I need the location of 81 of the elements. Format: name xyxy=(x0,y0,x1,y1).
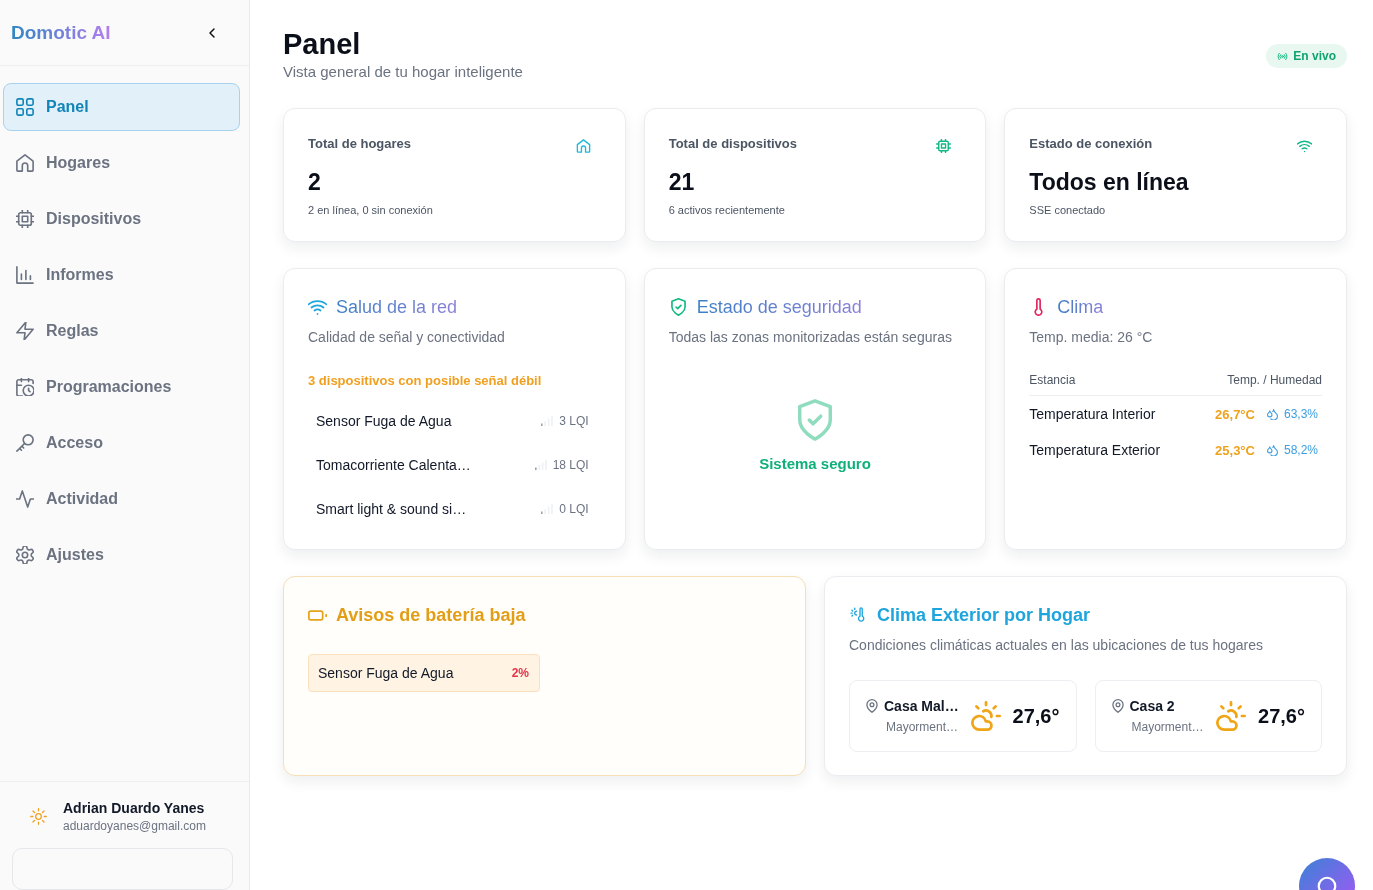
nav-item[interactable]: Ajustes xyxy=(3,531,240,579)
stat-label: Total de hogares xyxy=(308,135,412,151)
map-pin-icon xyxy=(1111,699,1124,713)
signal-bars-icon xyxy=(541,416,554,426)
nav-item[interactable]: Reglas xyxy=(3,307,240,355)
droplets-icon xyxy=(1266,408,1278,420)
home-icon xyxy=(16,154,34,172)
nav-item[interactable]: Actividad xyxy=(3,475,240,523)
nav-item[interactable]: Panel xyxy=(3,83,240,131)
wifi-icon xyxy=(1297,139,1312,153)
sun-icon xyxy=(30,808,47,825)
stat-label: Total de dispositivos xyxy=(668,135,797,151)
device-name: Sensor Fuga de Agua xyxy=(318,665,454,681)
lightning-icon xyxy=(16,322,34,340)
nav-item[interactable]: Informes xyxy=(3,251,240,299)
humidity-value: 58,2% xyxy=(1283,443,1318,457)
stat-label: Estado de conexión xyxy=(1029,135,1153,151)
stat-value: 2 xyxy=(308,168,322,196)
stat-note: 2 en línea, 0 sin conexión xyxy=(308,204,434,216)
user-email: aduardoyanes@gmail.com xyxy=(63,819,206,833)
room-name: Temperatura Interior xyxy=(1029,406,1157,422)
security-status: Sistema seguro xyxy=(759,455,871,472)
column-header: Temp. / Humedad xyxy=(1227,372,1322,389)
room-name: Temperatura Exterior xyxy=(1029,442,1162,458)
shield-check-icon xyxy=(797,399,833,441)
calendar-clock-icon xyxy=(16,378,34,396)
chip-icon xyxy=(936,139,952,153)
pulse-icon xyxy=(16,490,34,508)
gear-icon xyxy=(16,546,34,564)
nav-item[interactable]: Programaciones xyxy=(3,363,240,411)
user-name: Adrian Duardo Yanes xyxy=(63,800,206,816)
lqi-reading: 0 LQI xyxy=(559,502,589,516)
shield-check-icon xyxy=(668,298,688,316)
nav-item[interactable]: Acceso xyxy=(3,419,240,467)
page-title: Panel xyxy=(283,27,362,62)
outdoor-temperature: 27,6° xyxy=(1012,704,1060,728)
temperature-value: 25,3°C xyxy=(1215,442,1255,458)
card-subtitle: Condiciones climáticas actuales en las ubicaciones de tus hogares xyxy=(849,636,1264,655)
key-icon xyxy=(16,434,34,452)
nav-item[interactable]: Hogares xyxy=(3,139,240,187)
page-subtitle: Vista general de tu hogar inteligente xyxy=(283,62,523,82)
nav-item[interactable]: Dispositivos xyxy=(3,195,240,243)
card-subtitle: Calidad de señal y conectividad xyxy=(308,328,506,347)
card-subtitle: Todas las zonas monitorizadas están seguras xyxy=(668,328,953,347)
signal-bars-icon xyxy=(534,460,547,470)
weather-condition: Mayorment… xyxy=(885,720,960,734)
lqi-reading: 3 LQI xyxy=(559,414,589,428)
temperature-value: 26,7°C xyxy=(1215,406,1255,422)
battery-icon xyxy=(308,609,327,621)
weather-condition: Mayorment… xyxy=(1130,720,1205,734)
card-title: Avisos de batería baja xyxy=(336,604,526,626)
chip-icon xyxy=(16,210,34,228)
broadcast-icon xyxy=(1277,51,1289,61)
stat-value: Todos en línea xyxy=(1029,168,1190,196)
device-name: Smart light & sound si… xyxy=(316,501,468,517)
humidity-value: 63,3% xyxy=(1283,407,1318,421)
grid-icon xyxy=(16,98,34,116)
map-pin-icon xyxy=(866,699,878,713)
card-subtitle: Temp. media: 26 °C xyxy=(1029,328,1154,347)
battery-reading: 2% xyxy=(511,666,529,680)
cloud-sun-icon xyxy=(970,701,1001,731)
weak-signal-warning: 3 dispositivos con posible señal débil xyxy=(308,372,543,390)
chevron-left-icon xyxy=(208,26,216,39)
card-title: Clima Exterior por Hogar xyxy=(877,604,1091,626)
live-status-text: En vivo xyxy=(1293,49,1336,63)
home-name: Casa Mal… xyxy=(884,698,959,714)
droplets-icon xyxy=(1266,444,1278,456)
cloud-sun-icon xyxy=(1216,701,1247,731)
device-name: Tomacorriente Calenta… xyxy=(316,457,472,473)
home-name: Casa 2 xyxy=(1129,698,1175,714)
signal-bars-icon xyxy=(541,504,554,514)
stat-value: 21 xyxy=(668,168,696,196)
home-icon xyxy=(575,139,591,153)
column-header: Estancia xyxy=(1029,372,1076,389)
stat-note: SSE conectado xyxy=(1029,204,1107,216)
lqi-reading: 18 LQI xyxy=(552,458,589,472)
stat-note: 6 activos recientemente xyxy=(668,204,786,216)
wifi-icon xyxy=(308,298,327,316)
outdoor-temperature: 27,6° xyxy=(1258,704,1305,728)
device-name: Sensor Fuga de Agua xyxy=(316,413,453,429)
bar-chart-icon xyxy=(16,266,34,284)
